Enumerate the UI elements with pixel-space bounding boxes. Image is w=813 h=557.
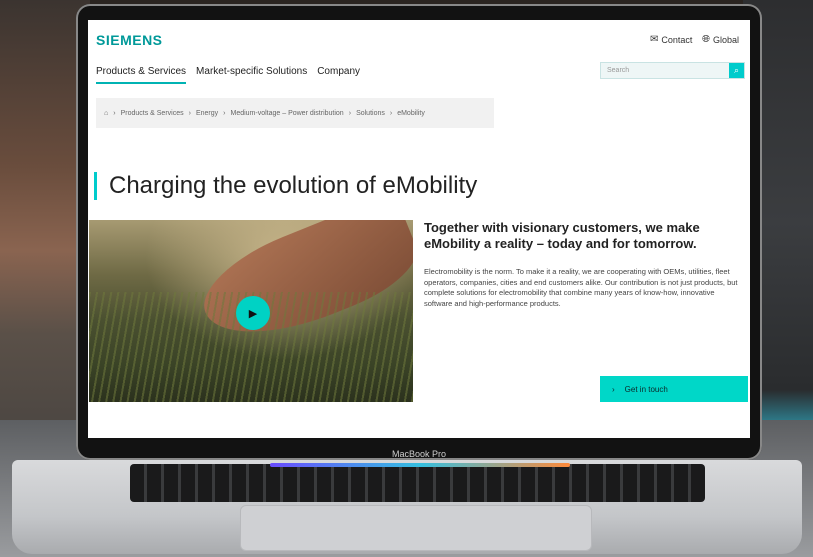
contact-link[interactable]: ✉ Contact: [650, 34, 692, 45]
main-navigation: Products & Services Market-specific Solu…: [96, 66, 360, 84]
get-in-touch-button[interactable]: › Get in touch: [600, 376, 748, 402]
breadcrumb-emobility: eMobility: [397, 109, 425, 117]
siemens-logo[interactable]: SIEMENS: [96, 32, 163, 48]
breadcrumb-energy[interactable]: Energy: [196, 110, 218, 117]
section-body: Electromobility is the norm. To make it …: [424, 267, 738, 308]
nav-company[interactable]: Company: [317, 66, 360, 84]
page-title-text: Charging the evolution of eMobility: [109, 172, 478, 199]
search-icon[interactable]: ⌕: [729, 63, 744, 78]
chevron-right-icon: ›: [612, 384, 615, 394]
laptop-keyboard: [130, 464, 705, 502]
search-input[interactable]: Search: [601, 67, 729, 74]
contact-label: Contact: [661, 34, 693, 45]
play-icon: ▶: [248, 307, 258, 320]
trackpad: [240, 505, 592, 551]
video-player[interactable]: ▶: [89, 220, 413, 402]
title-accent-bar: [94, 172, 97, 200]
home-icon[interactable]: ⌂: [104, 110, 108, 117]
section-subheading: Together with visionary customers, we ma…: [424, 220, 700, 251]
globe-icon: 🌐︎: [702, 34, 710, 45]
breadcrumb-solutions[interactable]: Solutions: [356, 110, 385, 117]
get-in-touch-label: Get in touch: [624, 384, 668, 394]
breadcrumb-medium-voltage[interactable]: Medium-voltage – Power distribution: [230, 110, 343, 117]
laptop-screen: SIEMENS ✉ Contact 🌐︎ Global Products & S…: [88, 20, 750, 438]
mail-icon: ✉: [650, 34, 659, 45]
play-button[interactable]: ▶: [236, 296, 270, 330]
search-field[interactable]: Search ⌕: [600, 62, 745, 79]
page-title: Charging the evolution of eMobility: [94, 172, 477, 200]
breadcrumb-products-services[interactable]: Products & Services: [121, 110, 184, 117]
touch-bar: [270, 463, 570, 467]
nav-market-specific-solutions[interactable]: Market-specific Solutions: [196, 66, 307, 84]
breadcrumb: ⌂ › Products & Services › Energy › Mediu…: [96, 98, 494, 128]
global-link[interactable]: 🌐︎ Global: [702, 34, 739, 45]
global-label: Global: [713, 34, 740, 45]
nav-products-services[interactable]: Products & Services: [96, 66, 187, 84]
